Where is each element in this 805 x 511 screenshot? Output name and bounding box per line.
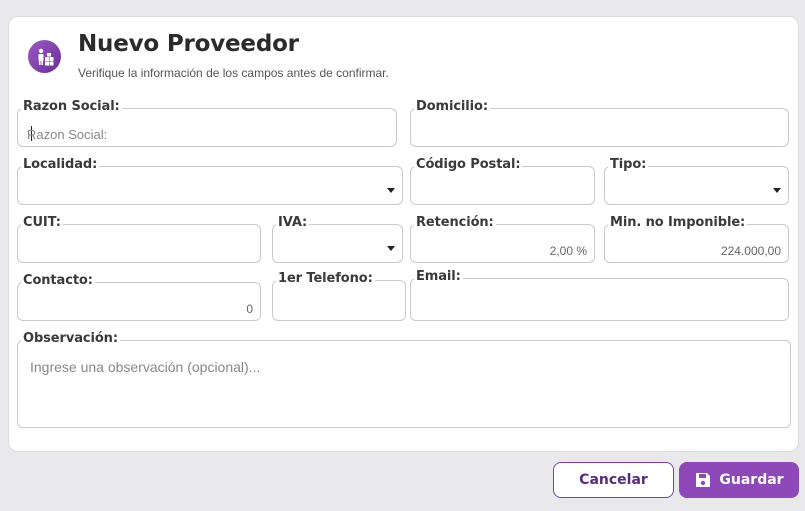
email-input[interactable] xyxy=(410,278,789,321)
domicilio-label: Domicilio: xyxy=(414,99,490,114)
cuit-label: CUIT: xyxy=(21,215,63,230)
localidad-label: Localidad: xyxy=(21,157,100,172)
save-button-label: Guardar xyxy=(719,472,784,488)
telefono-label: 1er Telefono: xyxy=(276,271,375,286)
cancel-button-label: Cancelar xyxy=(579,472,648,488)
cancel-button[interactable]: Cancelar xyxy=(553,462,674,498)
razon-social-label: Razon Social: xyxy=(21,99,122,114)
codigo-postal-label: Código Postal: xyxy=(414,157,523,172)
retencion-value: 2,00 % xyxy=(549,244,587,258)
floppy-disk-icon xyxy=(696,473,711,487)
contacto-value: 0 xyxy=(246,302,253,316)
observacion-placeholder: Ingrese una observación (opcional)... xyxy=(30,359,261,375)
min-no-imponible-value: 224.000,00 xyxy=(720,244,781,258)
observacion-label: Observación: xyxy=(21,331,120,346)
telefono-input[interactable] xyxy=(272,280,406,321)
observacion-textarea[interactable] xyxy=(17,340,791,428)
chevron-down-icon xyxy=(387,188,395,193)
email-label: Email: xyxy=(414,269,463,284)
tipo-label: Tipo: xyxy=(608,157,649,172)
save-button[interactable]: Guardar xyxy=(679,462,799,498)
page-subtitle: Verifique la información de los campos a… xyxy=(78,66,389,80)
retencion-label: Retención: xyxy=(414,215,496,230)
contacto-label: Contacto: xyxy=(21,273,95,288)
iva-label: IVA: xyxy=(276,215,310,230)
supplier-icon xyxy=(28,40,61,73)
chevron-down-icon xyxy=(773,188,781,193)
min-no-imponible-label: Min. no Imponible: xyxy=(608,215,748,230)
chevron-down-icon xyxy=(387,246,395,251)
razon-social-placeholder: Razon Social: xyxy=(27,127,108,142)
page-title: Nuevo Proveedor xyxy=(78,31,299,57)
